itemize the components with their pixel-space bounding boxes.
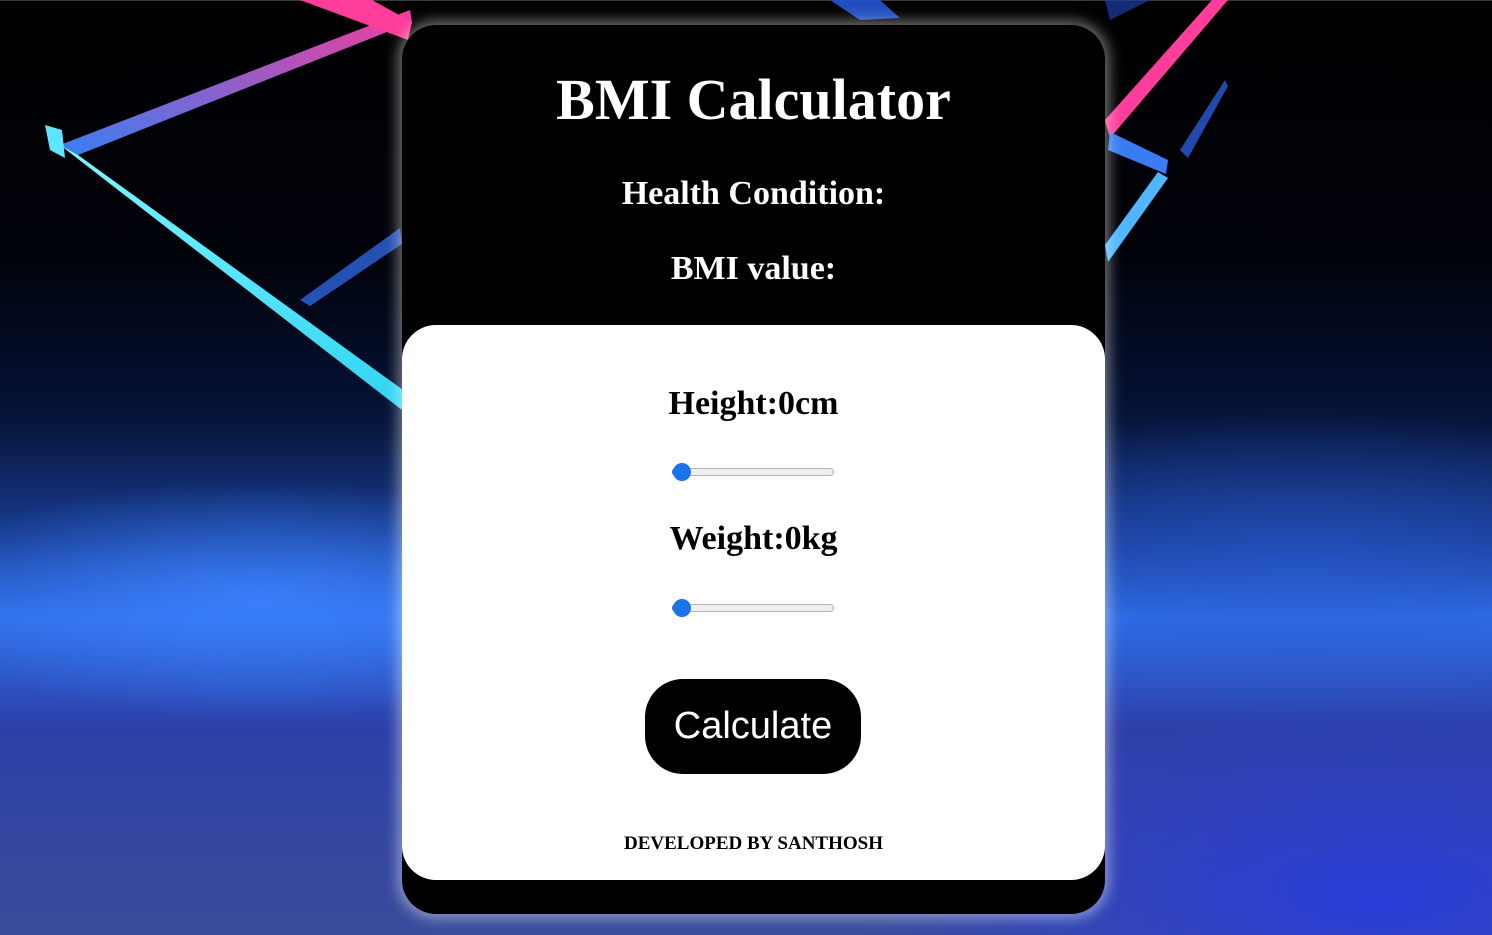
weight-slider-track <box>672 604 834 612</box>
weight-label: Weight:0kg <box>669 520 838 557</box>
weight-slider-thumb[interactable] <box>673 599 691 617</box>
height-slider-thumb[interactable] <box>673 463 691 481</box>
developer-credit: DEVELOPED BY SANTHOSH <box>623 833 883 854</box>
weight-slider[interactable] <box>672 599 834 617</box>
page-title: BMI Calculator <box>556 67 951 132</box>
bmi-value-label: BMI value: <box>670 250 837 287</box>
height-slider[interactable] <box>672 463 834 481</box>
bmi-card: BMI Calculator Health Condition: BMI val… <box>402 25 1105 914</box>
health-condition-label: Health Condition: <box>621 175 886 212</box>
height-label: Height:0cm <box>668 385 839 422</box>
calculate-button[interactable]: Calculate <box>645 679 861 774</box>
height-slider-track <box>672 468 834 476</box>
input-panel: Height:0cm Weight:0kg Calculate DEVELOPE… <box>402 325 1105 880</box>
